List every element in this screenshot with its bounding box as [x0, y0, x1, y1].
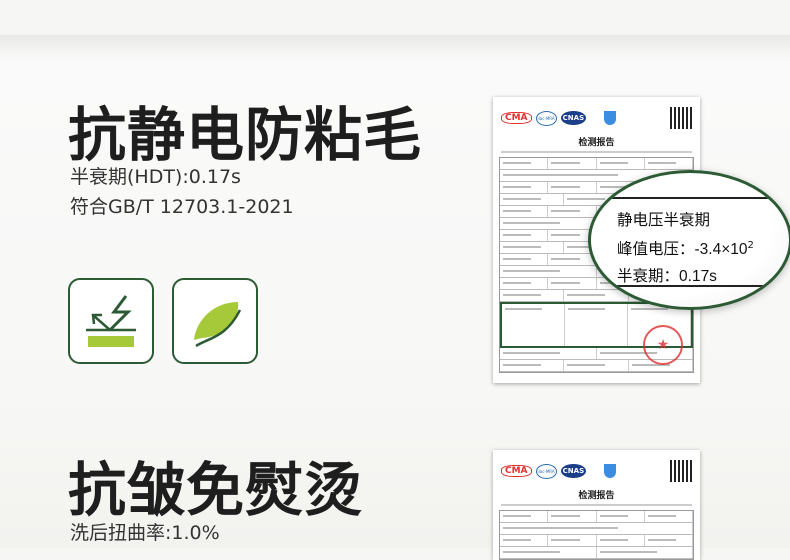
ilac-logo: ilac-MRA [535, 463, 557, 479]
anti-static-icon [68, 278, 154, 364]
magnifier-callout: 静电压半衰期 峰值电压：-3.4×102 半衰期：0.17s [588, 170, 790, 310]
shield-icon [604, 464, 617, 478]
shield-icon [604, 111, 617, 125]
cma-logo: CMA [501, 112, 532, 124]
peak-value: -3.4×10 [694, 241, 748, 259]
ilac-logo: ilac-MRA [535, 110, 557, 126]
feather-icon [172, 278, 258, 364]
qr-code [670, 107, 692, 129]
report-title: 检测报告 [578, 138, 615, 148]
red-stamp: ★ [643, 325, 683, 365]
spec-standard: 符合GB/T 12703.1-2021 [70, 196, 294, 218]
half-label: 半衰期： [617, 267, 680, 286]
spec-half-life: 半衰期(HDT):0.17s [70, 166, 241, 188]
section2-title: 抗皱免熨烫 [68, 456, 364, 524]
section1-title: 抗静电防粘毛 [68, 101, 423, 169]
cnas-logo: CNAS [560, 111, 587, 125]
mag-heading: 静电压半衰期 [617, 211, 711, 229]
peak-exponent: 2 [747, 240, 754, 251]
qr-code [670, 460, 692, 482]
half-value: 0.17s [679, 268, 717, 286]
peak-label: 峰值电压： [617, 240, 695, 259]
spec-twist-rate: 洗后扭曲率:1.0% [70, 522, 220, 544]
report-title: 检测报告 [578, 491, 615, 501]
cma-logo: CMA [501, 465, 532, 477]
test-report-2: CMA ilac-MRA CNAS 检测报告 [493, 450, 700, 560]
cnas-logo: CNAS [560, 464, 587, 478]
